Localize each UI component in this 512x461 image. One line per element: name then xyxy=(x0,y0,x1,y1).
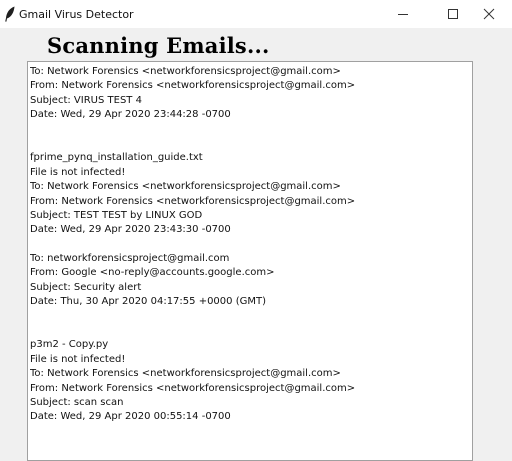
window-title: Gmail Virus Detector xyxy=(19,8,134,21)
output-line: fprime_pynq_installation_guide.txt xyxy=(30,152,203,164)
minimize-icon xyxy=(398,14,408,15)
output-line: Subject: VIRUS TEST 4 xyxy=(30,94,142,106)
output-line: To: Network Forensics <networkforensicsp… xyxy=(30,181,341,193)
output-line: Date: Wed, 29 Apr 2020 23:43:30 -0700 xyxy=(30,224,231,236)
output-line: Date: Wed, 29 Apr 2020 23:44:28 -0700 xyxy=(30,109,231,121)
output-line: To: Network Forensics <networkforensicsp… xyxy=(30,66,341,77)
output-line: File is not infected! xyxy=(30,353,126,365)
feather-icon xyxy=(5,6,15,22)
close-icon xyxy=(483,8,495,20)
output-line: From: Network Forensics <networkforensic… xyxy=(30,195,356,207)
output-line: Subject: scan scan xyxy=(30,396,124,408)
minimize-button[interactable] xyxy=(380,0,426,28)
output-line: Subject: Security alert xyxy=(30,281,142,293)
output-line: File is not infected! xyxy=(30,166,126,178)
output-line: To: networkforensicsproject@gmail.com xyxy=(30,253,230,265)
output-line: p3m2 - Copy.py xyxy=(30,339,109,351)
title-bar[interactable]: Gmail Virus Detector xyxy=(0,0,512,28)
maximize-icon xyxy=(448,9,458,19)
output-line: To: Network Forensics <networkforensicsp… xyxy=(30,368,341,380)
output-line: Subject: TEST TEST by LINUX GOD xyxy=(30,209,203,221)
output-line: Date: Wed, 29 Apr 2020 00:55:14 -0700 xyxy=(30,411,231,423)
output-line: From: Network Forensics <networkforensic… xyxy=(30,382,356,394)
output-line: From: Network Forensics <networkforensic… xyxy=(30,80,356,92)
email-output-textarea[interactable]: To: Network Forensics <networkforensicsp… xyxy=(27,61,473,461)
page-heading: Scanning Emails... xyxy=(47,33,270,58)
output-line: Date: Thu, 30 Apr 2020 04:17:55 +0000 (G… xyxy=(30,296,266,308)
close-button[interactable] xyxy=(466,0,512,28)
output-line: From: Google <no-reply@accounts.google.c… xyxy=(30,267,275,279)
